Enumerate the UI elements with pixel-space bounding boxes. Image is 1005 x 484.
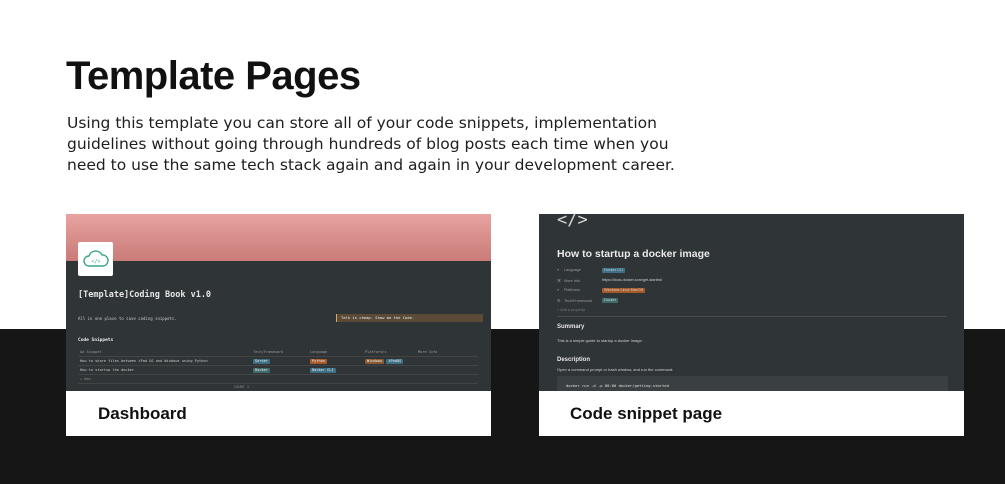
- property-name: Tech/Framework: [564, 298, 593, 303]
- link-icon: ⌘: [557, 278, 561, 283]
- property-value: https://docs.docker.com/get-started/: [602, 278, 663, 282]
- property-name: Language: [564, 268, 581, 272]
- list-icon: ≡: [557, 268, 560, 272]
- column-header: More Info: [418, 350, 438, 354]
- snippet-screenshot: </> How to startup a docker image ≡ Langu…: [539, 214, 964, 391]
- snippet-caption: Code snippet page: [539, 391, 964, 436]
- summary-heading: Summary: [557, 324, 585, 330]
- properties-list: ≡ Language Docker CLI ⌘ More Info https://…: [557, 265, 947, 315]
- property-name: Platforms: [564, 288, 581, 292]
- divider: [557, 316, 947, 317]
- table-row: How to share files between iPad OS and W…: [78, 357, 478, 366]
- tech-tag: Docker: [253, 367, 270, 373]
- column-header: Platform/s: [365, 350, 387, 354]
- tech-tag: Server: [253, 358, 270, 364]
- property-value: Windows Linux MacOS: [602, 287, 646, 293]
- add-property-label: + Add a property: [557, 308, 585, 312]
- column-header: Aa Snippet: [80, 350, 102, 354]
- language-tag: Python: [310, 358, 327, 364]
- snippet-card: </> How to startup a docker image ≡ Langu…: [539, 214, 964, 436]
- snippet-cell: How to share files between iPad OS and W…: [80, 359, 208, 363]
- quote-callout: Talk is cheap. Show me the Code.: [336, 314, 483, 322]
- property-row: ⚙ Tech/Framework Docker: [557, 295, 947, 305]
- table-header-row: Aa Snippet Tech/Framework Language Platf…: [78, 348, 478, 357]
- svg-text:</>: </>: [91, 259, 100, 265]
- dashboard-screenshot: </> [Template]Coding Book v1.0 All in on…: [66, 214, 491, 391]
- code-block: docker run -d -p 80:80 docker/getting-st…: [557, 376, 948, 391]
- property-value: Docker CLI: [602, 267, 625, 273]
- column-header: Language: [310, 350, 328, 354]
- column-header: Tech/Framework: [253, 350, 284, 354]
- row-count: COUNT 2: [234, 385, 250, 389]
- page-description: Using this template you can store all of…: [67, 114, 675, 174]
- dashboard-description: All in one place to save coding snippets…: [78, 316, 177, 321]
- summary-text: This is a simple guide to startup a dock…: [557, 338, 643, 343]
- property-row: ≡ Platforms Windows Linux MacOS: [557, 285, 947, 295]
- description-text: Open a command prompt or bash window, an…: [557, 367, 674, 372]
- dashboard-title: [Template]Coding Book v1.0: [78, 290, 212, 300]
- property-row: ≡ Language Docker CLI: [557, 265, 947, 275]
- database-title: Code Snippets: [78, 338, 114, 343]
- list-icon: ≡: [557, 288, 560, 292]
- cover-banner: [66, 214, 491, 261]
- table-row: How to startup the docker Docker Docker …: [78, 366, 478, 375]
- property-row: ⌘ More Info https://docs.docker.com/get-s…: [557, 275, 947, 285]
- property-value: Docker: [602, 297, 619, 303]
- snippet-title: How to startup a docker image: [557, 248, 710, 260]
- description-heading: Description: [557, 357, 591, 363]
- page-title: Template Pages: [66, 54, 361, 98]
- platform-tag: iPadOS: [386, 358, 404, 364]
- property-name: More Info: [564, 278, 581, 283]
- code-cloud-icon: </>: [78, 242, 113, 276]
- platform-tag: Windows: [365, 358, 385, 364]
- new-row-label: + New: [78, 375, 478, 384]
- snippets-table: Aa Snippet Tech/Framework Language Platf…: [78, 348, 478, 384]
- dashboard-caption: Dashboard: [66, 391, 491, 436]
- snippet-cell: How to startup the docker: [80, 368, 135, 372]
- code-icon: </>: [557, 214, 588, 230]
- dashboard-card: </> [Template]Coding Book v1.0 All in on…: [66, 214, 491, 436]
- code-line: docker run -d -p 80:80 docker/getting-st…: [566, 383, 669, 388]
- language-tag: Docker CLI: [310, 367, 336, 373]
- gear-icon: ⚙: [557, 298, 561, 303]
